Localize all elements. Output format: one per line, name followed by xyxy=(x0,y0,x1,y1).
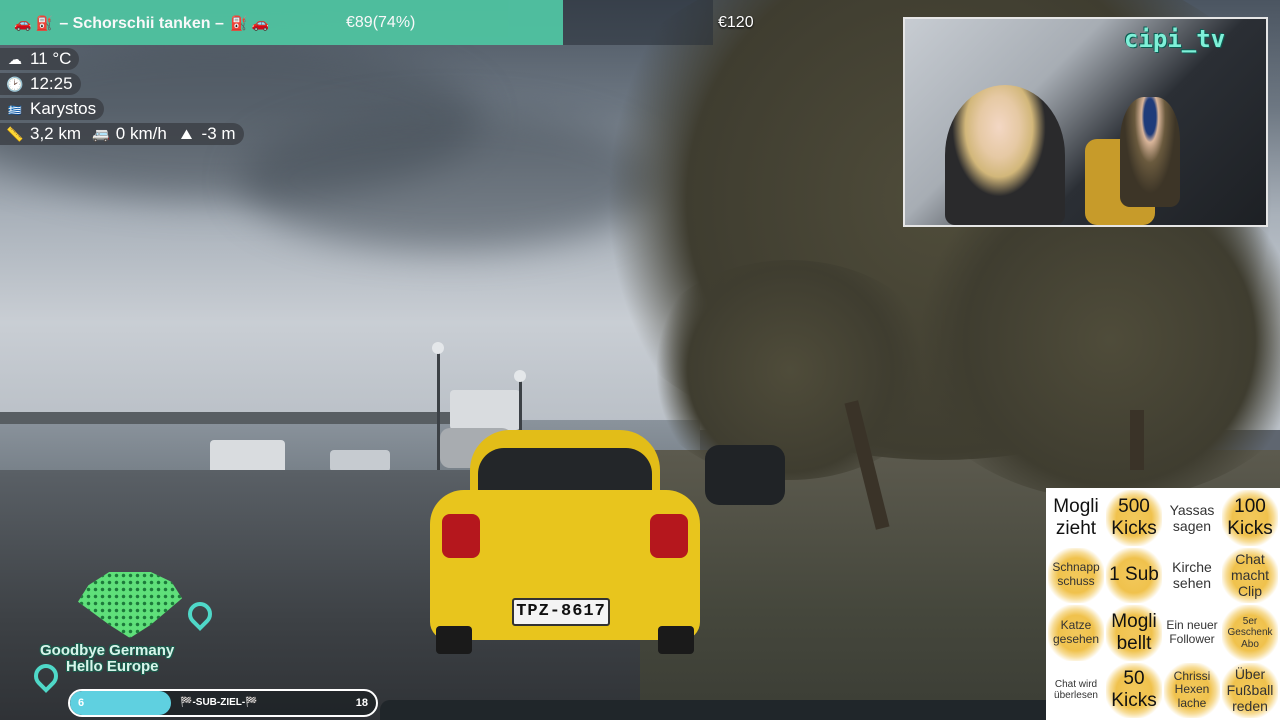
bingo-cell: Chat macht Clip xyxy=(1222,547,1278,603)
tail-light xyxy=(442,514,480,558)
van-icon: 🚐 xyxy=(92,126,110,142)
streamer-person xyxy=(945,85,1065,225)
clock-icon: 🕑 xyxy=(6,76,24,92)
map-pin-icon xyxy=(183,597,217,631)
webcam-overlay: cipi_tv xyxy=(903,17,1268,227)
speed: 0 km/h xyxy=(115,124,167,143)
temperature: 11 °C xyxy=(30,49,72,68)
bingo-cell: 100 Kicks xyxy=(1222,490,1278,546)
bingo-cell: Katze gesehen xyxy=(1048,605,1104,661)
bingo-cell: 50 Kicks xyxy=(1106,662,1162,718)
bingo-cell: 1 Sub xyxy=(1106,547,1162,603)
greece-flag-icon: 🇬🇷 xyxy=(8,105,22,117)
cloud-icon: ☁ xyxy=(8,51,22,67)
bingo-cell: Schnapp schuss xyxy=(1048,547,1104,603)
car-icon: 🚗 xyxy=(251,15,270,31)
time-row: 🕑 12:25 xyxy=(0,73,81,95)
bingo-cell: 5er Geschenk Abo xyxy=(1222,605,1278,661)
goal-title: – Schorschii tanken – xyxy=(59,15,224,32)
fuel-pump-icon: ⛽ xyxy=(230,15,248,31)
altitude: -3 m xyxy=(201,124,236,143)
location: Karystos xyxy=(30,99,97,118)
ship xyxy=(450,390,520,430)
parked-car xyxy=(705,445,785,505)
channel-handle: cipi_tv xyxy=(1124,25,1226,53)
dashboard-edge xyxy=(380,700,1080,720)
driver-person xyxy=(1120,97,1180,207)
bingo-cell: Mogli zieht xyxy=(1048,490,1104,546)
logo-line-1: Goodbye Germany xyxy=(40,642,175,659)
time: 12:25 xyxy=(30,74,73,93)
fuel-pump-icon: ⛽ xyxy=(35,15,53,31)
pier xyxy=(0,412,460,424)
goal-target: €120 xyxy=(718,14,754,31)
bingo-cell: Chrissi Hexen lache xyxy=(1164,662,1220,718)
bingo-cell: Kirche sehen xyxy=(1164,547,1220,603)
tyre xyxy=(658,626,694,654)
sub-goal-label: 🏁-SUB-ZIEL-🏁 xyxy=(180,697,258,708)
bingo-cell: Ein neuer Follower xyxy=(1164,605,1220,661)
bingo-cell: Mogli bellt xyxy=(1106,605,1162,661)
donation-goal-bar: 🚗 ⛽ – Schorschii tanken – ⛽ 🚗 €89(74%) xyxy=(0,0,563,45)
tree-trunk xyxy=(1130,410,1144,470)
sub-goal-fill xyxy=(70,691,171,715)
tyre xyxy=(436,626,472,654)
goal-remaining-track xyxy=(563,0,713,45)
tail-light xyxy=(650,514,688,558)
sub-goal-target: 18 xyxy=(355,697,368,709)
goal-progress: €89(74%) xyxy=(346,14,416,31)
weather-row: ☁ 11 °C xyxy=(0,48,80,70)
goal-title-row: 🚗 ⛽ – Schorschii tanken – ⛽ 🚗 xyxy=(12,0,271,45)
logo-line-2: Hello Europe xyxy=(66,658,159,675)
yellow-car: ΤΡΖ-8617 xyxy=(430,430,700,655)
car-icon: 🚗 xyxy=(14,15,32,31)
bingo-cell: Yassas sagen xyxy=(1164,490,1220,546)
mountain-icon: ⛰ xyxy=(180,126,193,142)
sub-goal-current: 6 xyxy=(78,697,85,709)
stats-row: 📏 3,2 km 🚐 0 km/h ⛰ -3 m xyxy=(0,123,244,145)
bingo-cell: Über Fußball reden xyxy=(1222,662,1278,718)
stream-bingo-board: Mogli zieht 500 Kicks Yassas sagen 100 Kick… xyxy=(1046,488,1280,720)
sub-goal-progress-bar: 6 🏁-SUB-ZIEL-🏁 18 xyxy=(68,689,378,717)
ruler-icon: 📏 xyxy=(6,126,24,142)
goodbye-germany-logo: Goodbye Germany Hello Europe xyxy=(29,570,226,693)
bingo-cell: 500 Kicks xyxy=(1106,490,1162,546)
license-plate: ΤΡΖ-8617 xyxy=(512,598,610,626)
europe-map-icon xyxy=(78,572,182,638)
bingo-cell: Chat wird überlesen xyxy=(1048,662,1104,718)
location-row: 🇬🇷 Karystos xyxy=(0,98,105,120)
fishing-boat xyxy=(330,450,390,472)
distance: 3,2 km xyxy=(30,124,82,143)
